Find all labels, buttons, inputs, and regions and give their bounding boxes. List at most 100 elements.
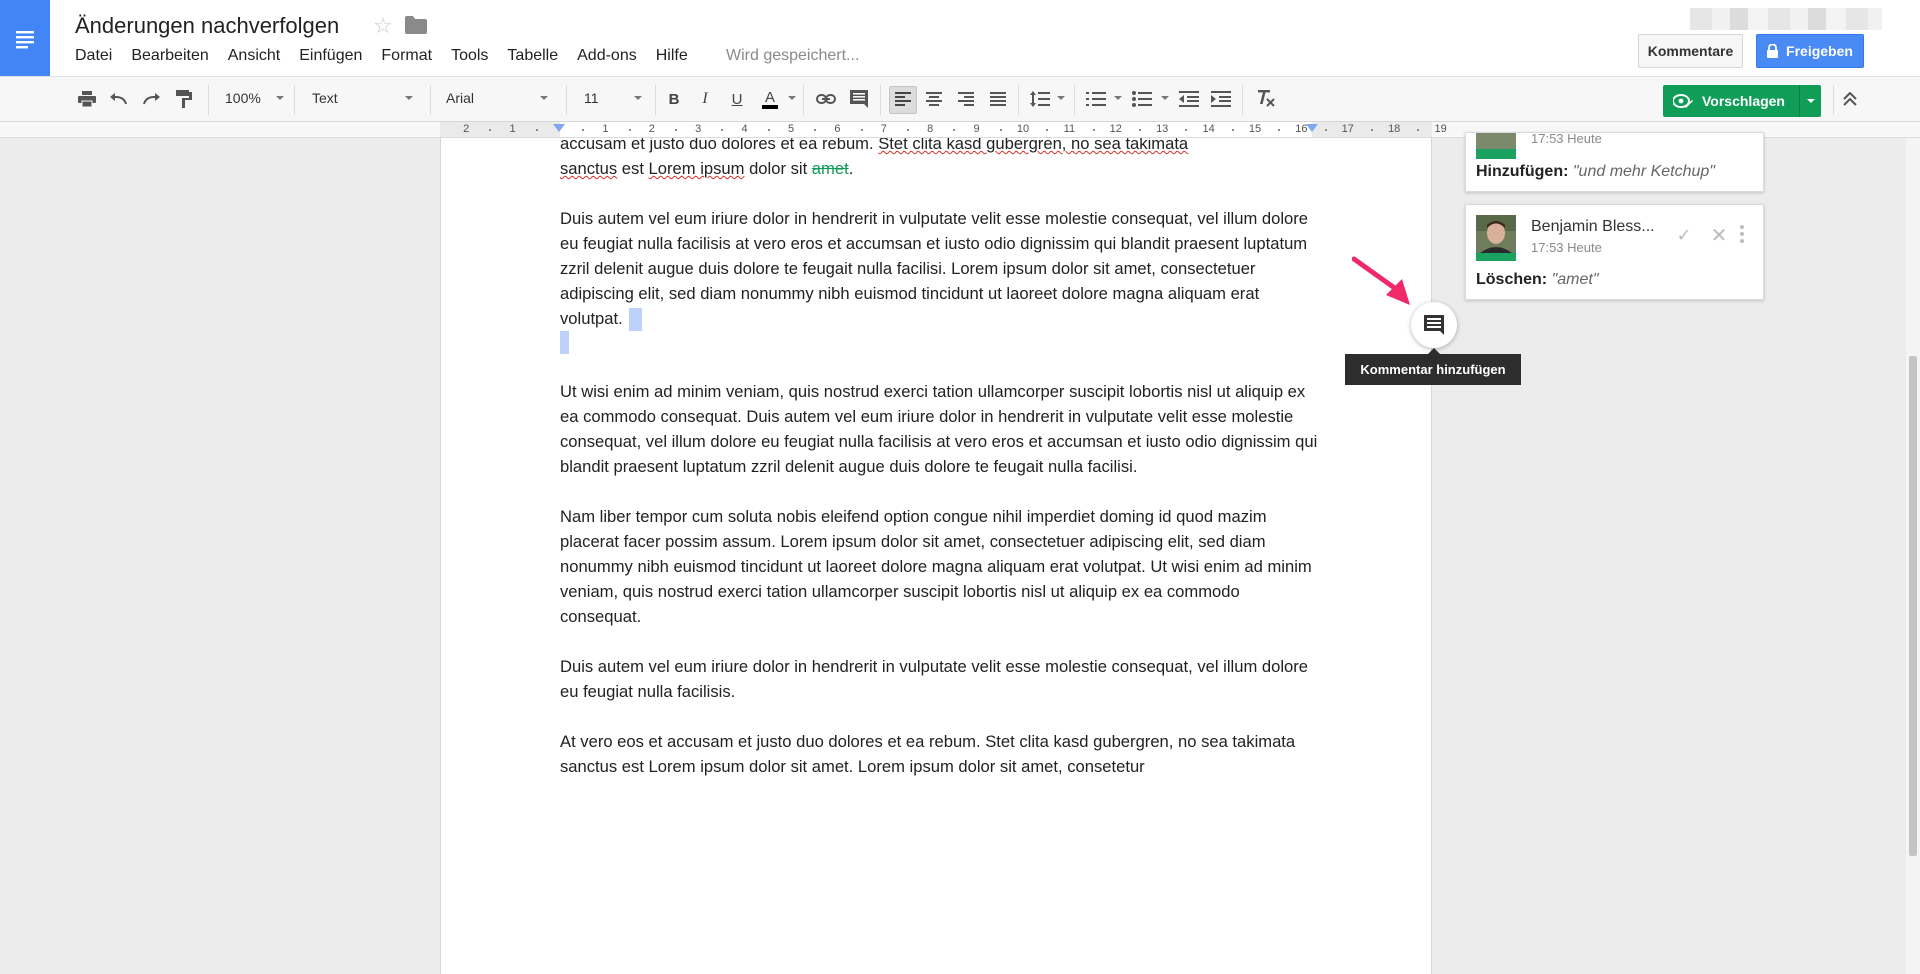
toolbar-separator [1018, 85, 1019, 115]
annotation-arrow-icon [1352, 256, 1410, 305]
paragraph-2[interactable]: Ut wisi enim ad minim veniam, quis nostr… [560, 379, 1320, 479]
collapse-menu-icon[interactable] [1838, 87, 1862, 111]
text-run-spellcheck: sanctus [560, 159, 618, 178]
chevron-down-icon[interactable] [1807, 99, 1815, 103]
paragraph-0[interactable]: accusam et justo duo dolores et ea rebum… [560, 138, 1320, 181]
underline-button[interactable]: U [725, 87, 749, 111]
text-run: dolor sit [744, 159, 812, 178]
ruler-number: 9 [973, 123, 980, 135]
comment-icon [1424, 315, 1444, 335]
italic-button[interactable]: I [693, 87, 717, 111]
text-color-button[interactable]: A [758, 87, 782, 111]
ruler-dot [1371, 129, 1373, 131]
print-icon[interactable] [75, 87, 99, 111]
ruler-number: 14 [1202, 123, 1215, 135]
menu-tools[interactable]: Tools [451, 47, 488, 65]
align-center-icon[interactable] [922, 87, 946, 111]
ruler-number: 17 [1341, 123, 1354, 135]
bulleted-list-icon[interactable] [1130, 87, 1154, 111]
ruler-number: 8 [927, 123, 934, 135]
link-icon[interactable] [814, 87, 838, 111]
ruler-dot [675, 129, 677, 131]
font-size-select[interactable]: 11 [584, 90, 599, 106]
document-title[interactable]: Änderungen nachverfolgen [75, 13, 339, 39]
folder-icon[interactable] [405, 16, 427, 39]
align-justify-icon[interactable] [986, 87, 1010, 111]
suggest-separator [1799, 85, 1800, 117]
share-button[interactable]: Freigeben [1756, 34, 1864, 68]
left-indent-marker[interactable] [553, 124, 565, 132]
suggestion-card-add[interactable]: 17:53 Heute Hinzufügen: "und mehr Ketchu… [1465, 132, 1764, 192]
ruler-dot [767, 129, 770, 131]
document-page[interactable]: accusam et justo duo dolores et ea rebum… [440, 138, 1432, 974]
account-info-blurred[interactable] [1690, 8, 1882, 30]
suggestion-time: 17:53 Heute [1531, 240, 1602, 255]
text-run: . [848, 159, 854, 178]
ruler-number: 4 [741, 123, 748, 135]
decrease-indent-icon[interactable] [1177, 87, 1201, 111]
suggested-deletion[interactable]: amet [812, 159, 849, 178]
menu-datei[interactable]: Datei [75, 47, 112, 65]
line-spacing-icon[interactable] [1028, 87, 1052, 111]
ruler-dot [1139, 129, 1141, 131]
scrollbar-thumb[interactable] [1909, 356, 1917, 856]
menu-addons[interactable]: Add-ons [577, 47, 637, 65]
toolbar-separator [430, 85, 431, 115]
text-selection [628, 308, 642, 332]
share-label: Freigeben [1786, 43, 1853, 59]
toolbar-separator [1074, 85, 1075, 115]
ruler-dot [1278, 129, 1281, 131]
suggestion-action: Löschen: [1476, 271, 1548, 288]
avatar [1476, 215, 1516, 261]
comments-button[interactable]: Kommentare [1638, 34, 1743, 68]
more-options-icon[interactable] [1739, 225, 1745, 245]
insert-comment-icon[interactable] [847, 87, 871, 111]
clear-formatting-icon[interactable] [1254, 87, 1278, 111]
toolbar-separator [1833, 85, 1834, 115]
redo-icon[interactable] [139, 87, 163, 111]
menu-bearbeiten[interactable]: Bearbeiten [131, 47, 208, 65]
ruler-dot [628, 129, 631, 131]
suggestion-author: Benjamin Bless... [1531, 218, 1655, 235]
ruler-dot [1046, 129, 1049, 131]
toolbar-separator [1242, 85, 1243, 115]
suggestion-text: "und mehr Ketchup" [1572, 163, 1715, 180]
add-comment-button[interactable] [1411, 302, 1457, 348]
menu-einfuegen[interactable]: Einfügen [299, 47, 362, 65]
text-run-spellcheck: Stet clita kasd gubergren, no sea takima… [878, 138, 1189, 153]
ruler-number: 5 [787, 123, 795, 135]
style-select[interactable]: Text [312, 90, 338, 106]
chevron-down-icon [1114, 96, 1122, 100]
chevron-down-icon [405, 96, 413, 100]
paragraph-5[interactable]: At vero eos et accusam et justo duo dolo… [560, 729, 1320, 779]
undo-icon[interactable] [107, 87, 131, 111]
reject-suggestion-icon[interactable]: ✕ [1704, 220, 1734, 250]
star-icon[interactable]: ☆ [373, 13, 393, 39]
toolbar-separator [655, 85, 656, 115]
font-select[interactable]: Arial [446, 90, 474, 106]
suggestion-card-delete[interactable]: Benjamin Bless... 17:53 Heute ✓ ✕ Lösche… [1465, 204, 1764, 300]
menu-ansicht[interactable]: Ansicht [228, 47, 280, 65]
paragraph-4[interactable]: Duis autem vel eum iriure dolor in hendr… [560, 654, 1320, 704]
suggest-mode-button[interactable]: Vorschlagen [1663, 85, 1821, 117]
accept-suggestion-icon[interactable]: ✓ [1669, 220, 1699, 250]
right-indent-marker[interactable] [1306, 124, 1318, 132]
bold-button[interactable]: B [662, 87, 686, 111]
paragraph-3[interactable]: Nam liber tempor cum soluta nobis eleife… [560, 504, 1320, 629]
suggestion-body: Löschen: "amet" [1476, 271, 1599, 289]
paint-format-icon[interactable] [172, 87, 196, 111]
menu-tabelle[interactable]: Tabelle [507, 47, 558, 65]
align-right-icon[interactable] [954, 87, 978, 111]
paragraph-1[interactable]: Duis autem vel eum iriure dolor in hendr… [560, 206, 1320, 355]
menu-hilfe[interactable]: Hilfe [656, 47, 688, 65]
zoom-select[interactable]: 100% [225, 90, 261, 106]
ruler-dot [907, 129, 909, 131]
numbered-list-icon[interactable] [1084, 87, 1108, 111]
chevron-down-icon [276, 96, 284, 100]
document-body[interactable]: accusam et justo duo dolores et ea rebum… [560, 138, 1320, 804]
docs-home-icon[interactable] [0, 0, 50, 76]
text-run: Duis autem vel eum iriure dolor in hendr… [560, 209, 1309, 328]
increase-indent-icon[interactable] [1209, 87, 1233, 111]
menu-format[interactable]: Format [381, 47, 432, 65]
align-left-icon[interactable] [891, 87, 915, 111]
